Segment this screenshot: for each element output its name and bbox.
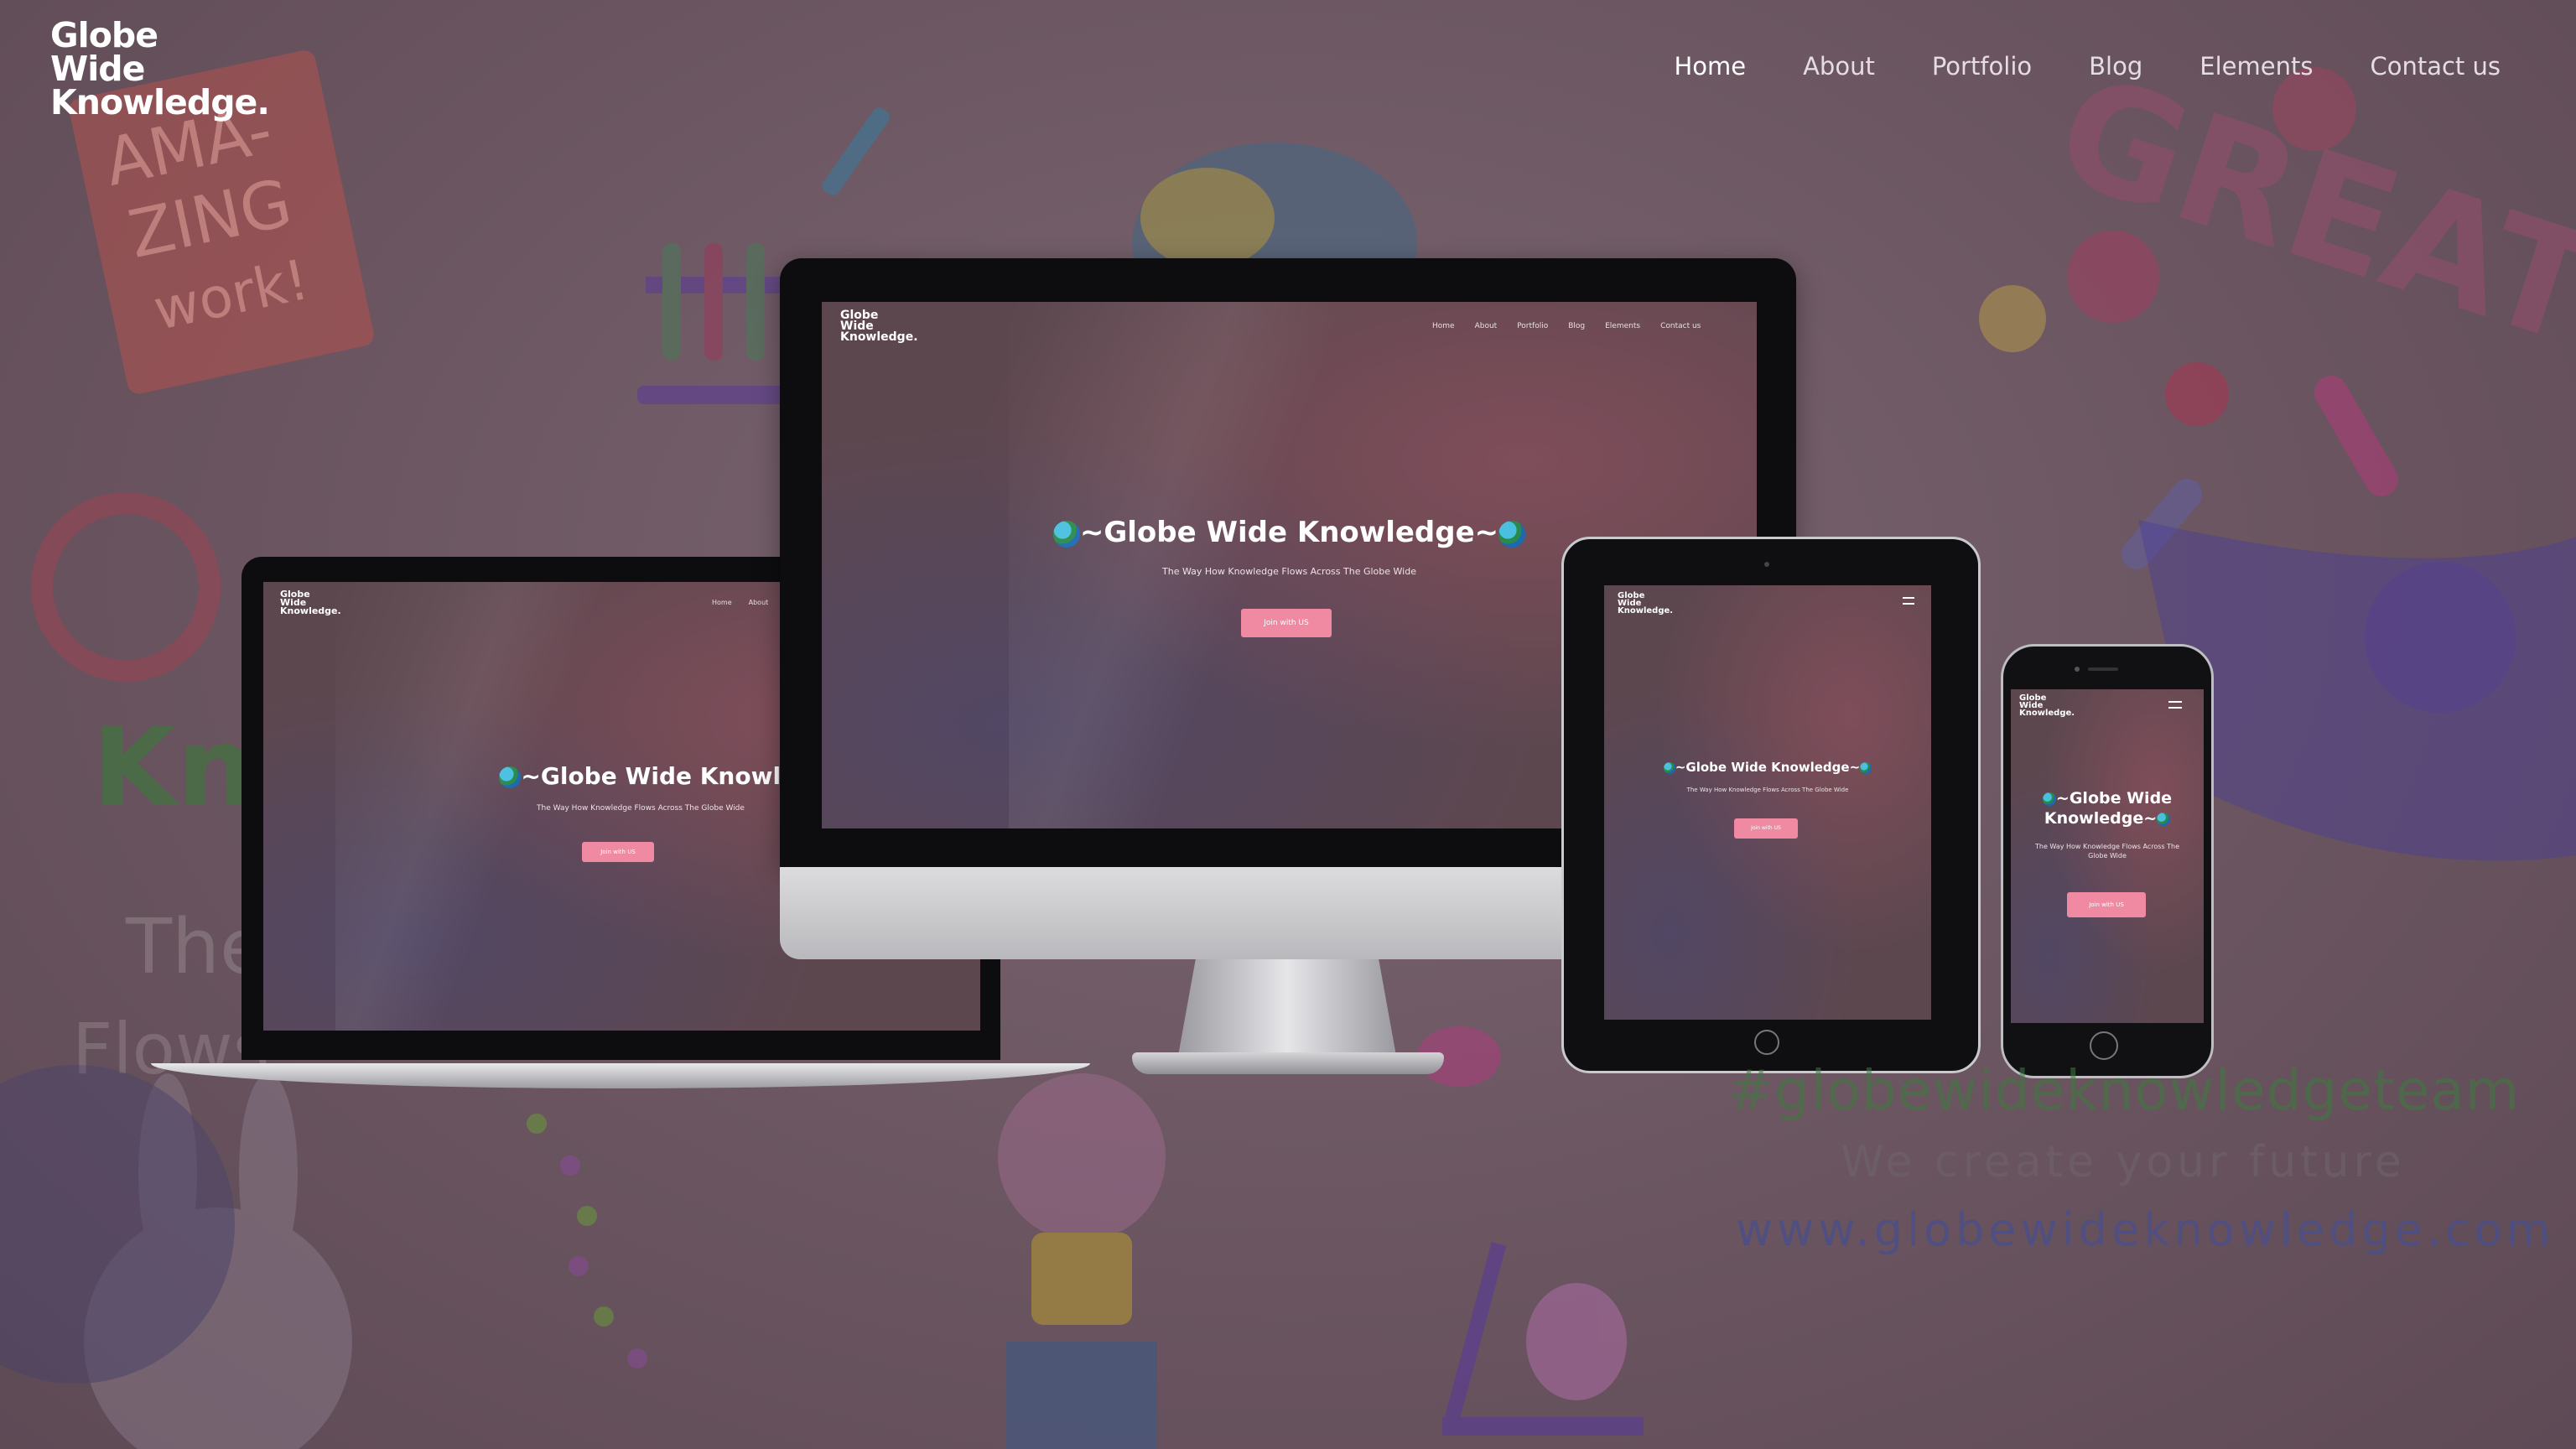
globe-icon — [2157, 812, 2171, 826]
menu-icon[interactable] — [2168, 701, 2182, 713]
nav-elements[interactable]: Elements — [2199, 52, 2313, 80]
tablet-hero-subtitle: The Way How Knowledge Flows Across The G… — [1686, 787, 1849, 793]
tagline-text: We create your future — [1841, 1137, 2406, 1187]
page: AMA- ZING work! GREAT Kn The Flows Globe… — [0, 0, 2576, 1449]
phone-hero-title: ~Globe Wide Knowledge~ — [2042, 789, 2173, 828]
home-button-icon[interactable] — [2090, 1031, 2118, 1060]
phone-screen: Globe Wide Knowledge. ~Globe Wide Knowledg… — [2011, 689, 2204, 1023]
phone-hero-subtitle: The Way How Knowledge Flows Across The G… — [2035, 843, 2179, 860]
flask-stand-illustration — [1442, 1242, 1644, 1436]
menu-icon[interactable] — [1903, 597, 1914, 609]
monitor-stand — [1178, 959, 1396, 1056]
nav-about[interactable]: About — [1803, 52, 1875, 80]
dna-illustration — [527, 1114, 647, 1368]
globe-icon — [1663, 761, 1675, 774]
home-button-icon[interactable] — [1754, 1030, 1779, 1055]
speaker-grille — [2088, 667, 2118, 671]
hashtag-text: #globewideknowledgeteam — [1727, 1058, 2521, 1123]
tablet-screen: Globe Wide Knowledge. ~Globe Wide Knowledg… — [1604, 585, 1931, 1020]
main-nav: Home About Portfolio Blog Elements Conta… — [1674, 52, 2501, 80]
globe-icon — [2042, 792, 2056, 806]
svg-text:Kn: Kn — [92, 704, 254, 831]
desktop-nav: Home About Portfolio Blog Elements Conta… — [1432, 322, 1701, 330]
light-bulb-illustration — [998, 1073, 1166, 1449]
nav-blog[interactable]: Blog — [2089, 52, 2142, 80]
logo-line-globe: Globe — [50, 15, 158, 55]
logo-line-knowledge: Knowledge. — [50, 82, 270, 122]
monitor-base — [1132, 1052, 1444, 1074]
phone-logo: Globe Wide Knowledge. — [2019, 693, 2075, 718]
camera-icon — [1764, 562, 1769, 567]
website-url[interactable]: www.globewideknowledge.com — [1736, 1203, 2554, 1256]
desktop-logo: Globe Wide Knowledge. — [840, 309, 918, 344]
tablet-cta-button[interactable]: Join with US — [1734, 818, 1798, 839]
nav-contact[interactable]: Contact us — [2370, 52, 2501, 80]
bunny-illustration — [0, 1065, 352, 1449]
tablet-hero-title: ~Globe Wide Knowledge~ — [1629, 760, 1906, 775]
laptop-logo: Globe Wide Knowledge. — [280, 589, 341, 616]
phone-cta-button[interactable]: Join with US — [2067, 892, 2146, 917]
globe-icon — [1498, 520, 1526, 548]
laptop-nav: Home About — [712, 599, 769, 606]
logo-line-wide: Wide — [50, 49, 145, 89]
camera-icon — [2075, 667, 2080, 672]
site-logo[interactable]: Globe Wide Knowledge. — [50, 15, 270, 122]
tablet-logo: Globe Wide Knowledge. — [1618, 591, 1674, 615]
globe-icon — [1860, 761, 1872, 774]
nav-portfolio[interactable]: Portfolio — [1932, 52, 2032, 80]
nav-home[interactable]: Home — [1674, 52, 1746, 80]
